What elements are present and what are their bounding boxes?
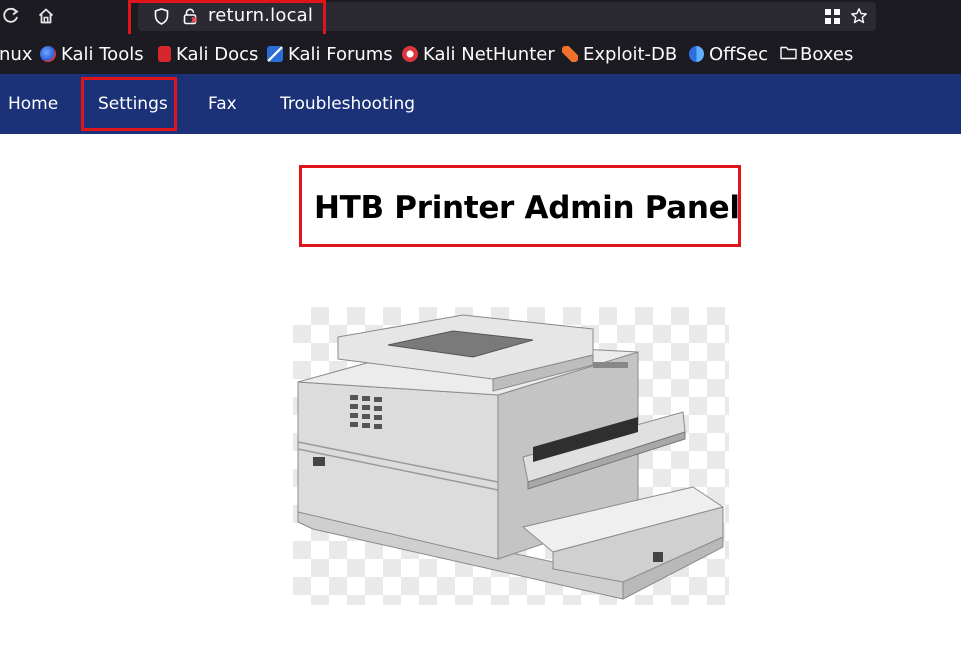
- bookmark-label: Exploit-DB: [583, 43, 678, 65]
- bookmark-star-icon[interactable]: [850, 7, 868, 29]
- exploit-db-icon: [562, 46, 578, 62]
- bookmark-folder-boxes[interactable]: Boxes: [780, 42, 853, 66]
- kali-docs-icon: [158, 46, 171, 62]
- kali-nethunter-icon: [402, 46, 418, 62]
- kali-forums-icon: [267, 46, 283, 62]
- bookmark-label: Kali Tools: [61, 43, 144, 65]
- nav-troubleshooting[interactable]: Troubleshooting: [280, 94, 415, 114]
- bookmark-kali-tools[interactable]: Kali Tools: [40, 42, 144, 66]
- bookmark-offsec[interactable]: OffSec: [689, 42, 768, 66]
- nav-fax[interactable]: Fax: [208, 94, 237, 114]
- reload-icon[interactable]: [0, 4, 24, 28]
- printer-illustration: [297, 314, 725, 600]
- bookmark-kali-nethunter[interactable]: Kali NetHunter: [402, 42, 555, 66]
- folder-icon: [780, 44, 797, 65]
- nav-home[interactable]: Home: [8, 94, 58, 114]
- kali-tools-icon: [40, 46, 56, 62]
- bookmark-kali-linux[interactable]: nux: [0, 42, 32, 66]
- extensions-grid-icon[interactable]: [825, 9, 840, 28]
- home-icon[interactable]: [33, 4, 59, 28]
- bookmark-label: Kali NetHunter: [423, 43, 555, 65]
- bookmark-label: Boxes: [800, 43, 854, 65]
- bookmarks-bar: nux Kali Tools Kali Docs Kali Forums Kal…: [0, 34, 961, 74]
- bookmark-label: nux: [0, 43, 33, 65]
- bookmark-label: Kali Forums: [288, 43, 393, 65]
- insecure-lock-icon[interactable]: [182, 8, 198, 29]
- bookmark-label: OffSec: [709, 43, 768, 65]
- bookmark-exploit-db[interactable]: Exploit-DB: [562, 42, 677, 66]
- address-bar[interactable]: return.local: [138, 2, 876, 31]
- title-highlight-box: HTB Printer Admin Panel: [299, 165, 741, 247]
- bookmark-kali-forums[interactable]: Kali Forums: [267, 42, 393, 66]
- site-navbar: Home Settings Fax Troubleshooting: [0, 74, 961, 134]
- bookmark-kali-docs[interactable]: Kali Docs: [158, 42, 258, 66]
- printer-image: [293, 307, 729, 605]
- tracking-shield-icon[interactable]: [154, 8, 169, 29]
- url-text[interactable]: return.local: [208, 5, 313, 26]
- offsec-icon: [689, 46, 704, 62]
- bookmark-label: Kali Docs: [176, 43, 259, 65]
- browser-toolbar: return.local: [0, 0, 961, 34]
- page-title: HTB Printer Admin Panel: [314, 190, 740, 226]
- nav-settings[interactable]: Settings: [98, 94, 168, 114]
